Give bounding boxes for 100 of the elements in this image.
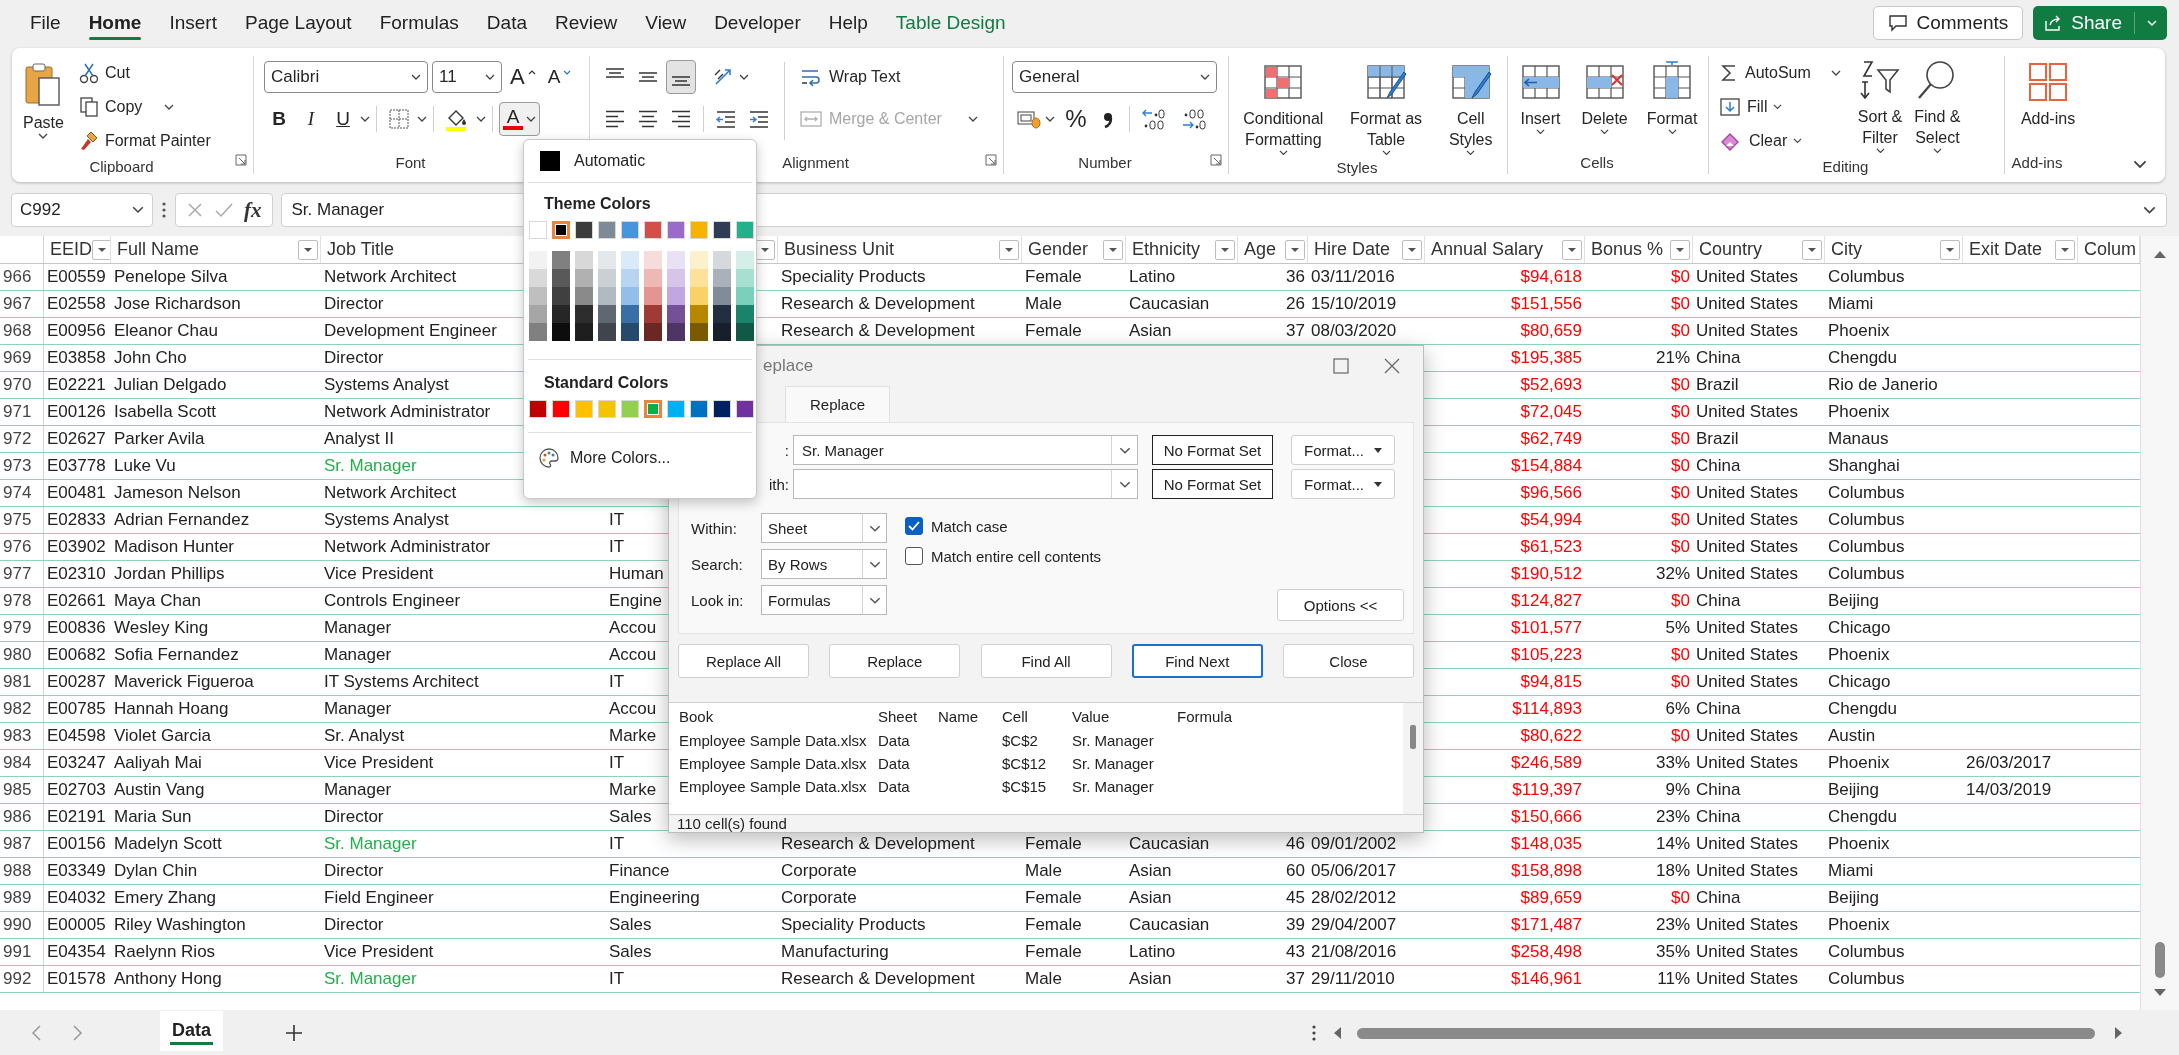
color-swatch[interactable]	[713, 221, 731, 239]
color-swatch[interactable]	[552, 269, 570, 287]
color-swatch[interactable]	[667, 400, 685, 418]
cells-button[interactable]: Format	[1643, 58, 1701, 137]
color-swatch[interactable]	[575, 221, 593, 239]
menu-tab[interactable]: Table Design	[883, 4, 1018, 42]
color-swatch[interactable]	[621, 269, 639, 287]
filter-button[interactable]	[1103, 239, 1123, 260]
filter-button[interactable]	[1940, 239, 1960, 260]
color-swatch[interactable]	[529, 305, 547, 323]
color-swatch[interactable]	[598, 323, 616, 341]
color-swatch[interactable]	[644, 251, 662, 269]
percent-button[interactable]: %	[1061, 102, 1091, 136]
color-swatch[interactable]	[621, 323, 639, 341]
vertical-align-button[interactable]	[666, 60, 696, 94]
vertical-scrollbar[interactable]	[1403, 703, 1423, 814]
color-swatch[interactable]	[667, 269, 685, 287]
filter-button[interactable]	[2055, 239, 2075, 260]
menu-tab[interactable]: Data	[474, 4, 539, 42]
color-swatch[interactable]	[667, 221, 685, 239]
filter-button[interactable]	[1562, 239, 1582, 260]
color-swatch[interactable]	[736, 269, 754, 287]
result-cell[interactable]: Data	[878, 732, 938, 749]
checkbox-label[interactable]: Match entire cell contents	[931, 547, 1102, 565]
color-swatch[interactable]	[667, 287, 685, 305]
color-swatch[interactable]	[575, 269, 593, 287]
font-size-dropdown[interactable]: 11	[432, 61, 502, 93]
color-swatch[interactable]	[621, 287, 639, 305]
color-swatch[interactable]	[690, 221, 708, 239]
filter-button[interactable]	[999, 239, 1019, 260]
color-swatch[interactable]	[644, 305, 662, 323]
color-swatch[interactable]	[621, 251, 639, 269]
filter-button[interactable]	[755, 239, 775, 260]
number-format-dropdown[interactable]: General	[1012, 61, 1217, 93]
option-dropdown[interactable]: Formulas	[761, 585, 887, 615]
menu-tab[interactable]: Help	[816, 4, 880, 42]
automatic-color-option[interactable]: Automatic	[524, 140, 756, 182]
cells-button[interactable]: Insert	[1515, 58, 1566, 137]
color-swatch[interactable]	[598, 221, 616, 239]
dialog-tab[interactable]: Replace	[785, 386, 891, 422]
color-swatch[interactable]	[690, 323, 708, 341]
color-swatch[interactable]	[713, 269, 731, 287]
color-swatch[interactable]	[552, 400, 570, 418]
filter-button[interactable]	[1285, 239, 1305, 260]
color-swatch[interactable]	[598, 287, 616, 305]
styles-button[interactable]: Format as Table	[1347, 58, 1426, 158]
option-dropdown[interactable]: By Rows	[761, 549, 887, 579]
filter-button[interactable]	[1802, 239, 1822, 260]
more-colors-option[interactable]: More Colors...	[524, 433, 756, 483]
menu-tab[interactable]: Home	[76, 4, 154, 42]
dialog-button[interactable]: Close	[1283, 644, 1414, 678]
color-swatch[interactable]	[736, 400, 754, 418]
checkbox-label[interactable]: Match case	[931, 517, 1008, 535]
color-swatch[interactable]	[529, 400, 547, 418]
color-swatch[interactable]	[736, 221, 754, 239]
result-cell[interactable]: Sr. Manager	[1072, 778, 1177, 795]
menu-tab[interactable]: Formulas	[367, 4, 471, 42]
color-swatch[interactable]	[552, 221, 570, 239]
color-swatch[interactable]	[713, 287, 731, 305]
format-painter-button[interactable]: Format Painter	[74, 124, 215, 158]
vertical-scrollbar[interactable]	[2140, 236, 2179, 1010]
replace-field[interactable]	[793, 469, 1138, 499]
result-cell[interactable]: Employee Sample Data.xlsx	[679, 755, 878, 772]
font-color-button[interactable]: A	[499, 102, 540, 136]
color-swatch[interactable]	[644, 323, 662, 341]
color-swatch[interactable]	[575, 251, 593, 269]
add-ins-button[interactable]: Add-ins	[2017, 58, 2079, 131]
color-swatch[interactable]	[552, 287, 570, 305]
color-swatch[interactable]	[644, 400, 662, 418]
result-cell[interactable]: $C$15	[1002, 778, 1072, 795]
font-name-dropdown[interactable]: Calibri	[264, 61, 428, 93]
color-swatch[interactable]	[690, 287, 708, 305]
underline-button[interactable]: U	[328, 102, 358, 136]
color-swatch[interactable]	[644, 269, 662, 287]
result-cell[interactable]: Data	[878, 755, 938, 772]
menu-tab[interactable]: Page Layout	[232, 4, 364, 42]
color-swatch[interactable]	[552, 323, 570, 341]
find-field[interactable]: Sr. Manager	[793, 435, 1138, 465]
fill-button[interactable]: Fill	[1715, 90, 1845, 124]
share-button[interactable]: Share	[2033, 6, 2167, 40]
color-swatch[interactable]	[529, 269, 547, 287]
color-swatch[interactable]	[575, 323, 593, 341]
color-swatch[interactable]	[690, 251, 708, 269]
color-swatch[interactable]	[598, 305, 616, 323]
bold-button[interactable]: B	[264, 102, 294, 136]
cut-button[interactable]: Cut	[74, 56, 215, 90]
styles-button[interactable]: Conditional Formatting	[1240, 58, 1327, 158]
dialog-button[interactable]: Find All	[980, 644, 1112, 678]
styles-button[interactable]: Cell Styles	[1445, 58, 1496, 158]
color-swatch[interactable]	[736, 305, 754, 323]
color-swatch[interactable]	[667, 251, 685, 269]
name-box[interactable]: C992	[11, 193, 153, 227]
find-select-button[interactable]: Find & Select	[1911, 56, 1964, 156]
menu-tab[interactable]: Developer	[702, 4, 813, 42]
color-swatch[interactable]	[713, 251, 731, 269]
grow-font-button[interactable]: A	[506, 60, 540, 94]
option-dropdown[interactable]: Sheet	[761, 513, 887, 543]
sheet-tab[interactable]: Data	[160, 1010, 223, 1051]
result-cell[interactable]: $C$12	[1002, 755, 1072, 772]
result-cell[interactable]: Data	[878, 778, 938, 795]
